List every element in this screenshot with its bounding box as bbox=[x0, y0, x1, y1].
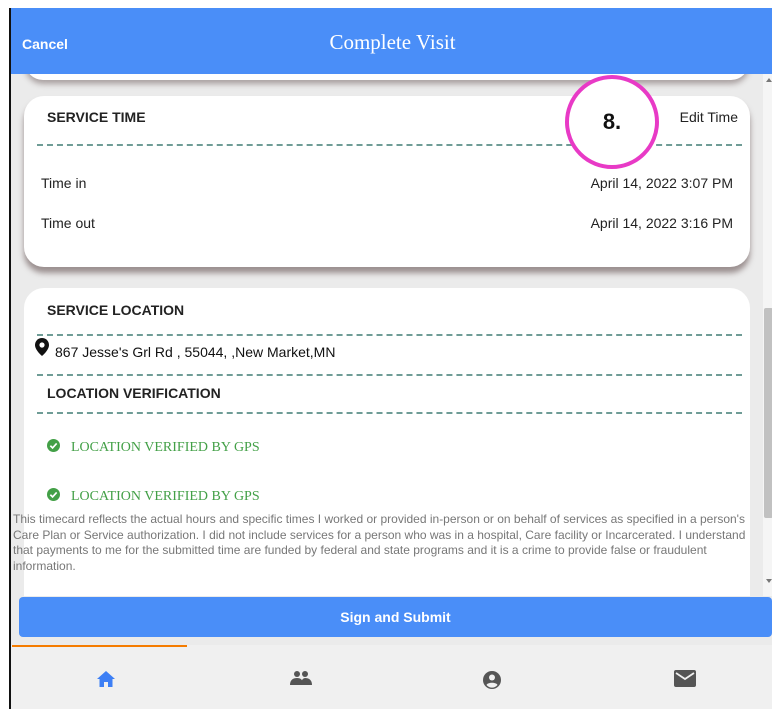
nav-home[interactable] bbox=[96, 670, 116, 693]
sign-and-submit-button[interactable]: Sign and Submit bbox=[19, 597, 772, 637]
account-icon bbox=[482, 671, 502, 694]
scroll-down-arrow-icon[interactable] bbox=[766, 579, 772, 583]
divider bbox=[37, 334, 742, 336]
map-pin-icon bbox=[35, 338, 49, 361]
nav-messages[interactable] bbox=[674, 670, 696, 692]
nav-account[interactable] bbox=[482, 670, 502, 695]
scroll-content[interactable]: SERVICE TIME Edit Time Time in April 14,… bbox=[11, 74, 763, 596]
location-verification-title: LOCATION VERIFICATION bbox=[47, 385, 221, 401]
active-tab-indicator bbox=[12, 645, 187, 647]
bottom-nav bbox=[11, 645, 772, 709]
service-address: 867 Jesse's Grl Rd , 55044, ,New Market,… bbox=[55, 344, 336, 360]
scrollbar-thumb[interactable] bbox=[764, 308, 772, 518]
gps-verified-status: LOCATION VERIFIED BY GPS bbox=[47, 488, 260, 506]
edit-time-button[interactable]: Edit Time bbox=[680, 109, 738, 125]
service-location-title: SERVICE LOCATION bbox=[47, 302, 185, 318]
people-icon bbox=[290, 671, 312, 690]
home-icon bbox=[96, 671, 116, 692]
previous-card bbox=[25, 74, 749, 80]
scrollbar[interactable] bbox=[763, 74, 772, 596]
time-out-value: April 14, 2022 3:16 PM bbox=[590, 215, 733, 231]
divider bbox=[37, 412, 742, 414]
top-app-bar: Cancel Complete Visit bbox=[11, 8, 772, 74]
gps-verified-text: LOCATION VERIFIED BY GPS bbox=[71, 489, 260, 504]
page-title: Complete Visit bbox=[329, 30, 456, 54]
gps-verified-status: LOCATION VERIFIED BY GPS bbox=[47, 439, 260, 457]
service-time-title: SERVICE TIME bbox=[47, 109, 146, 125]
gps-verified-text: LOCATION VERIFIED BY GPS bbox=[71, 440, 260, 455]
nav-people[interactable] bbox=[290, 670, 312, 691]
time-in-label: Time in bbox=[41, 175, 87, 191]
scroll-up-arrow-icon[interactable] bbox=[766, 78, 772, 82]
attestation-text: This timecard reflects the actual hours … bbox=[13, 512, 746, 573]
time-in-value: April 14, 2022 3:07 PM bbox=[590, 175, 733, 191]
check-circle-icon bbox=[47, 439, 60, 457]
time-out-label: Time out bbox=[41, 215, 95, 231]
divider bbox=[37, 374, 742, 376]
annotation-callout: 8. bbox=[565, 75, 659, 169]
service-location-card: SERVICE LOCATION 867 Jesse's Grl Rd , 55… bbox=[13, 288, 750, 596]
app-frame: Cancel Complete Visit SERVICE TIME Edit … bbox=[9, 8, 772, 709]
check-circle-icon bbox=[47, 488, 60, 506]
mail-icon bbox=[674, 670, 696, 691]
annotation-label: 8. bbox=[602, 109, 622, 134]
